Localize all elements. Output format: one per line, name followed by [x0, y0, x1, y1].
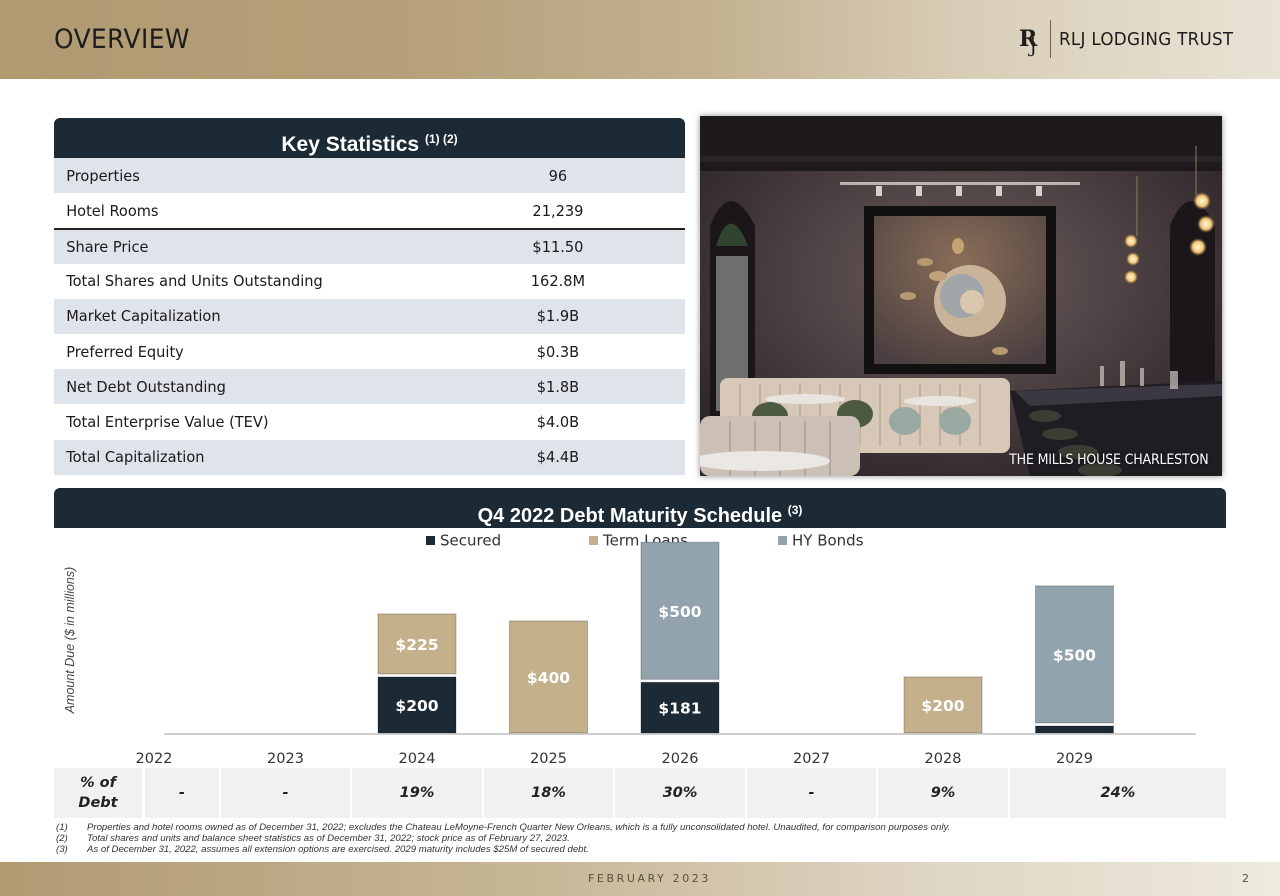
key-statistics-footnote-refs: (1) (2)	[424, 132, 458, 146]
percent-of-debt-label-line2: Debt	[78, 795, 118, 811]
logo-divider	[1050, 20, 1051, 58]
rlj-monogram-icon: R j	[1019, 26, 1038, 57]
legend-item-hy-bonds: HY Bonds	[778, 532, 864, 550]
x-tick-label: 2024	[399, 751, 436, 767]
footnote-number: (1)	[56, 822, 68, 833]
footnote-1: (1) Properties and hotel rooms owned as …	[56, 822, 1216, 833]
y-axis-label: Amount Due ($ in millions)	[63, 567, 77, 715]
stats-label: Total Enterprise Value (TEV)	[66, 412, 269, 431]
percent-of-debt-2029: 24%	[1009, 768, 1226, 818]
stats-value: $1.9B	[536, 307, 580, 326]
footnote-text: Properties and hotel rooms owned as of D…	[87, 822, 951, 833]
stats-row-market-cap: Market Capitalization $1.9B	[54, 298, 685, 334]
stats-value: 21,239	[532, 201, 584, 220]
footnote-text: Total shares and units and balance sheet…	[87, 833, 570, 845]
legend-label: Secured	[440, 532, 501, 550]
percent-of-debt-2028: 9%	[878, 768, 1008, 818]
page-number: 2	[1242, 872, 1249, 885]
percent-of-debt-2024: 19%	[352, 768, 482, 818]
stats-label: Total Shares and Units Outstanding	[66, 272, 323, 291]
data-label: $181	[658, 700, 701, 718]
legend-label: HY Bonds	[792, 532, 864, 550]
x-tick-label: 2029	[1056, 751, 1093, 767]
debt-schedule-title: Q4 2022 Debt Maturity Schedule	[477, 505, 783, 527]
data-label: $200	[395, 697, 438, 715]
legend-swatch	[589, 536, 598, 545]
svg-text:j: j	[1028, 33, 1036, 57]
percent-of-debt-2023: -	[220, 768, 351, 818]
debt-maturity-chart: Secured Term Loans HY Bonds Amount Due ($ …	[63, 532, 1196, 767]
footnote-number: (3)	[56, 844, 68, 856]
debt-schedule-footnote-ref: (3)	[787, 503, 803, 517]
photo-caption: THE MILLS HOUSE CHARLESTON	[1008, 452, 1209, 468]
chart-bars: $200 $225 $400 $181 $500 $200 $500	[377, 541, 1114, 734]
x-tick-label: 2022	[136, 751, 173, 767]
stats-row-hotel-rooms: Hotel Rooms 21,239	[54, 193, 685, 228]
legend-item-secured: Secured	[426, 532, 501, 550]
stats-row-total-shares: Total Shares and Units Outstanding 162.8…	[54, 264, 685, 299]
logo-text: RLJ LODGING TRUST	[1059, 28, 1234, 50]
stats-label: Share Price	[66, 237, 149, 256]
percent-of-debt-2022: -	[145, 768, 219, 818]
percent-of-debt-row: % of Debt - -19% 18% 30% -9% 24%	[54, 768, 1226, 818]
percent-of-debt-2025: 18%	[483, 768, 614, 818]
legend-swatch	[778, 536, 787, 545]
stats-row-tev: Total Enterprise Value (TEV) $4.0B	[54, 404, 685, 439]
key-statistics-header: Key Statistics (1) (2)	[54, 118, 685, 158]
x-axis-ticks: 2022 2023 2024 2025 2026 2027 2028 2029	[136, 751, 1093, 767]
stats-row-total-capitalization: Total Capitalization $4.4B	[54, 439, 685, 475]
stats-label: Hotel Rooms	[66, 201, 159, 220]
stats-row-net-debt: Net Debt Outstanding $1.8B	[54, 369, 685, 405]
stats-value: $0.3B	[536, 342, 580, 361]
debt-schedule-header: Q4 2022 Debt Maturity Schedule (3)	[54, 488, 1226, 528]
x-tick-label: 2025	[530, 751, 567, 767]
footnote-2: (2) Total shares and units and balance s…	[56, 833, 1216, 844]
data-label: $225	[395, 636, 438, 654]
percent-of-debt-2026: 30%	[615, 768, 745, 818]
footnotes: (1) Properties and hotel rooms owned as …	[56, 822, 1216, 856]
footnote-text: As of December 31, 2022, assumes all ext…	[87, 844, 589, 856]
stats-label: Net Debt Outstanding	[66, 377, 226, 396]
percent-of-debt-label-line1: % of	[80, 775, 116, 791]
stats-label: Total Capitalization	[66, 448, 205, 467]
x-tick-label: 2028	[925, 751, 962, 767]
stats-row-preferred-equity: Preferred Equity $0.3B	[54, 334, 685, 369]
percent-of-debt-2027: -	[746, 768, 877, 818]
key-statistics-title: Key Statistics	[281, 133, 420, 156]
stats-value: 96	[548, 166, 568, 185]
company-logo: R j RLJ LODGING TRUST	[1018, 17, 1247, 61]
data-label: $400	[527, 669, 570, 687]
stats-row-properties: Properties 96	[54, 158, 685, 194]
stats-row-share-price: Share Price $11.50	[54, 228, 685, 264]
footnote-number: (2)	[56, 833, 68, 845]
stats-value: $1.8B	[536, 377, 580, 396]
stats-value: $4.0B	[536, 412, 580, 431]
legend-swatch	[426, 536, 435, 545]
stats-value: $4.4B	[536, 448, 580, 467]
data-label: $500	[1053, 646, 1096, 664]
page-title: OVERVIEW	[54, 24, 190, 55]
footer-date: FEBRUARY 2023	[588, 872, 711, 885]
percent-of-debt-label: % of Debt	[54, 768, 142, 818]
bar-2029-secured	[1035, 725, 1114, 734]
stats-value: 162.8M	[530, 272, 586, 291]
x-tick-label: 2026	[662, 751, 699, 767]
stats-label: Properties	[66, 166, 140, 185]
key-statistics-table: Key Statistics (1) (2) Properties 96 Hot…	[54, 118, 685, 475]
stats-label: Market Capitalization	[66, 307, 221, 326]
hotel-photo: THE MILLS HOUSE CHARLESTON	[700, 116, 1222, 476]
x-tick-label: 2027	[793, 751, 830, 767]
stats-label: Preferred Equity	[66, 342, 184, 361]
stats-value: $11.50	[532, 237, 584, 256]
restaurant-interior-image	[700, 116, 1222, 476]
data-label: $500	[658, 603, 701, 621]
x-tick-label: 2023	[267, 751, 304, 767]
data-label: $200	[921, 697, 964, 715]
footnote-3: (3) As of December 31, 2022, assumes all…	[56, 844, 1216, 855]
